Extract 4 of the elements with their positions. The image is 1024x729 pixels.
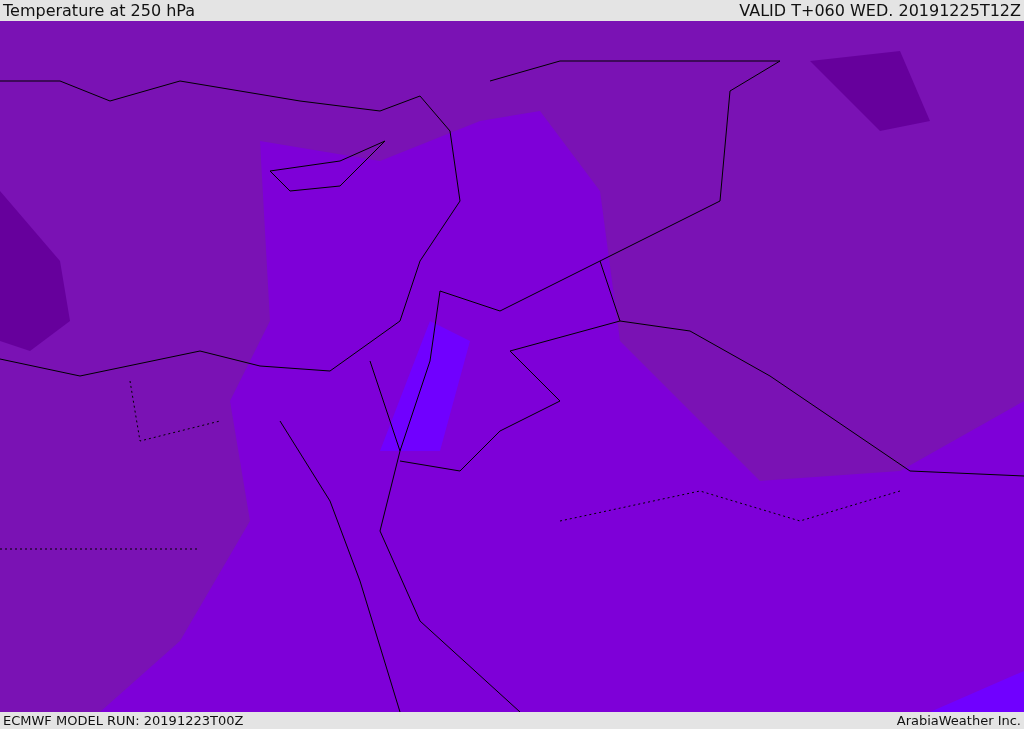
map-title: Temperature at 250 hPa xyxy=(3,0,196,21)
model-run-text: ECMWF MODEL RUN: 20191223T00Z xyxy=(3,712,244,729)
valid-time: VALID T+060 WED. 20191225T12Z xyxy=(739,0,1021,21)
credit-text: ArabiaWeather Inc. xyxy=(896,712,1021,729)
